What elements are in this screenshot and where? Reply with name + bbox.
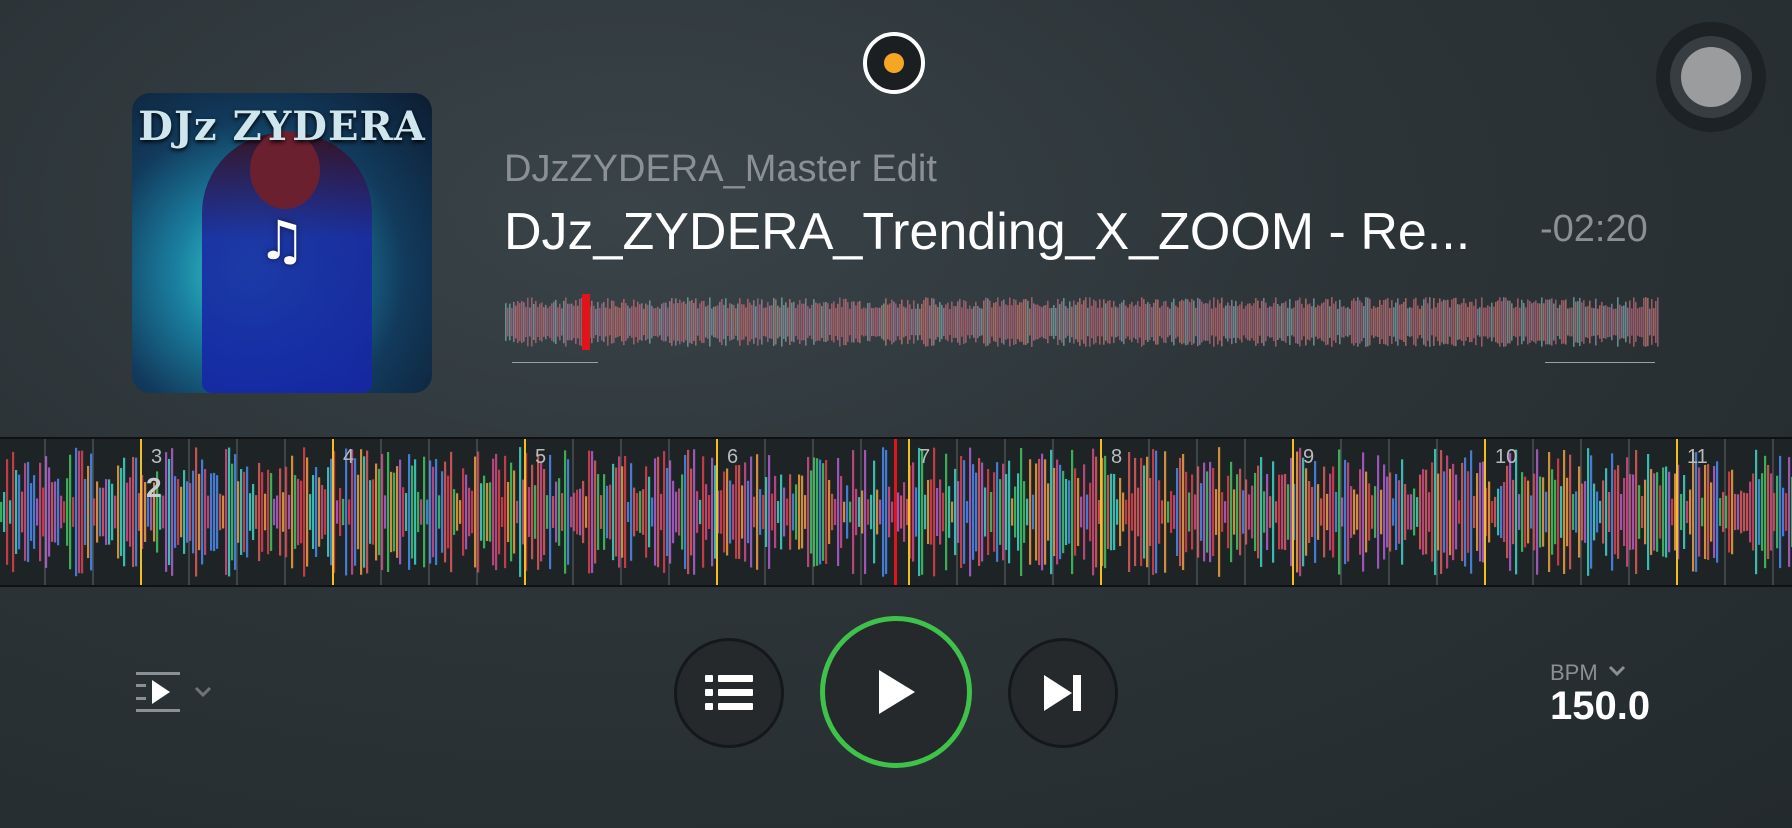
beat-marker: 8 bbox=[1111, 446, 1122, 468]
assistive-touch-button[interactable] bbox=[1656, 22, 1766, 132]
record-dot-icon bbox=[884, 53, 904, 73]
track-title: DJz_ZYDERA_Trending_X_ZOOM - Re... bbox=[504, 203, 1471, 261]
album-artwork[interactable]: DJz ZYDERA ♫ bbox=[132, 93, 432, 393]
skip-next-button[interactable] bbox=[1008, 638, 1118, 748]
recording-indicator[interactable] bbox=[863, 32, 925, 94]
beat-marker: 3 bbox=[151, 446, 162, 468]
list-icon bbox=[705, 675, 753, 710]
loop-badge[interactable]: 2 bbox=[146, 472, 162, 503]
chevron-down-icon[interactable] bbox=[1608, 664, 1626, 678]
beat-marker: 10 bbox=[1495, 446, 1517, 468]
main-waveform[interactable]: 3 4 5 6 7 8 9 10 11 2 bbox=[0, 437, 1792, 587]
track-list-button[interactable] bbox=[674, 638, 784, 748]
overview-start-marker bbox=[512, 362, 598, 363]
overview-end-marker bbox=[1545, 362, 1655, 363]
beat-marker: 6 bbox=[727, 446, 738, 468]
music-note-icon: ♫ bbox=[257, 209, 307, 272]
overview-waveform[interactable] bbox=[505, 294, 1659, 350]
skip-next-icon bbox=[1044, 675, 1081, 711]
main-playhead bbox=[894, 439, 897, 585]
beat-marker: 9 bbox=[1303, 446, 1314, 468]
queue-mode-button[interactable] bbox=[136, 672, 216, 712]
bpm-value: 150.0 bbox=[1550, 684, 1651, 728]
overview-playhead[interactable] bbox=[582, 294, 590, 350]
beat-marker: 7 bbox=[919, 446, 930, 468]
chevron-down-icon bbox=[194, 686, 212, 698]
bpm-label[interactable]: BPM bbox=[1550, 660, 1598, 686]
play-queue-icon bbox=[136, 672, 180, 712]
artwork-logo-text: DJz ZYDERA bbox=[138, 103, 426, 150]
play-button[interactable] bbox=[820, 616, 972, 768]
beat-marker: 4 bbox=[343, 446, 354, 468]
time-remaining[interactable]: -02:20 bbox=[1540, 208, 1648, 251]
track-subtitle: DJzZYDERA_Master Edit bbox=[504, 148, 937, 190]
beat-marker: 11 bbox=[1687, 446, 1708, 468]
beat-marker: 5 bbox=[535, 446, 546, 468]
play-icon bbox=[879, 670, 915, 714]
